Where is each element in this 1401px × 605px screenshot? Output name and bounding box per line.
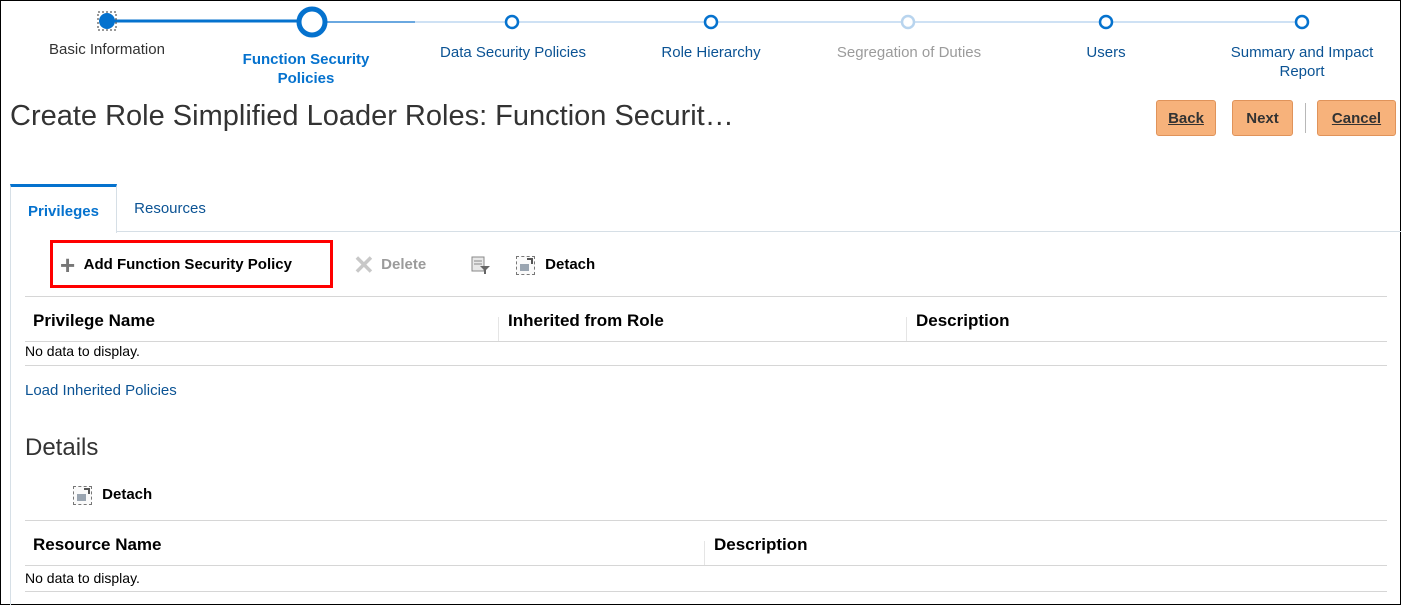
train-stop-summary-and-impact-report[interactable]: Summary and Impact Report: [1212, 43, 1392, 81]
train-stop-role-hierarchy[interactable]: Role Hierarchy: [641, 43, 781, 62]
annotation-highlight-box: [50, 240, 333, 288]
detach-icon: [516, 255, 535, 275]
next-button-label: Next: [1246, 110, 1279, 127]
query-by-example-icon: [471, 256, 490, 275]
resources-empty-text: No data to display.: [25, 570, 140, 586]
next-button[interactable]: Next: [1232, 100, 1293, 136]
train-track: [97, 6, 1310, 38]
column-header-inherited-from-role[interactable]: Inherited from Role: [508, 297, 664, 344]
column-divider-2: [906, 317, 907, 341]
train-stop-summary-icon: [1294, 14, 1310, 30]
process-train: Basic Information Function Security Poli…: [0, 0, 1401, 100]
details-heading: Details: [25, 434, 99, 461]
privileges-table-bottom: [25, 365, 1387, 366]
column-header-privilege-name[interactable]: Privilege Name: [33, 297, 155, 344]
column-divider-3: [704, 541, 705, 565]
column-divider: [498, 317, 499, 341]
tab-privileges[interactable]: Privileges: [10, 184, 117, 233]
train-stop-function-security-policies[interactable]: Function Security Policies: [218, 50, 394, 88]
panel-border: [10, 231, 11, 605]
privileges-empty-text: No data to display.: [25, 343, 140, 359]
back-button-label: Back: [1168, 110, 1204, 127]
page-title: Create Role Simplified Loader Roles: Fun…: [10, 100, 734, 132]
query-by-example-button[interactable]: [471, 240, 491, 290]
train-stop-role-hierarchy-icon: [703, 14, 719, 30]
tab-underline: [116, 231, 1401, 232]
load-inherited-policies-link[interactable]: Load Inherited Policies: [25, 382, 177, 399]
tab-resources[interactable]: Resources: [120, 184, 220, 231]
train-stop-basic-information-icon: [99, 13, 115, 29]
train-stop-users[interactable]: Users: [1070, 43, 1142, 62]
train-stop-segregation-of-duties: Segregation of Duties: [836, 44, 982, 61]
column-header-resource-name[interactable]: Resource Name: [33, 521, 162, 568]
train-stop-segregation-icon: [900, 14, 916, 30]
button-separator: [1305, 103, 1306, 133]
details-detach-icon: [73, 485, 92, 505]
privileges-table-header: Privilege Name Inherited from Role Descr…: [25, 296, 1387, 342]
train-stop-data-security-policies[interactable]: Data Security Policies: [418, 43, 608, 62]
train-stop-basic-information[interactable]: Basic Information: [30, 40, 184, 59]
train-stop-function-security-icon: [296, 6, 328, 38]
cancel-button-label: Cancel: [1331, 110, 1382, 127]
column-header-resource-description[interactable]: Description: [714, 521, 808, 568]
tab-strip: Privileges Resources: [10, 184, 1401, 233]
cancel-button[interactable]: Cancel: [1317, 100, 1396, 136]
details-detach-button[interactable]: Detach: [73, 470, 152, 520]
detach-label: Detach: [545, 256, 596, 273]
back-button[interactable]: Back: [1156, 100, 1216, 136]
delete-button[interactable]: ✕ Delete: [353, 240, 426, 290]
delete-x-icon: ✕: [353, 250, 375, 281]
details-detach-label: Detach: [102, 486, 153, 503]
train-stop-data-security-icon: [504, 14, 520, 30]
train-stop-users-icon: [1098, 14, 1114, 30]
delete-label: Delete: [381, 256, 427, 273]
resources-table-header: Resource Name Description: [25, 520, 1387, 566]
detach-button[interactable]: Detach: [516, 240, 595, 290]
column-header-description[interactable]: Description: [916, 297, 1010, 344]
resources-table-bottom: [25, 591, 1387, 592]
